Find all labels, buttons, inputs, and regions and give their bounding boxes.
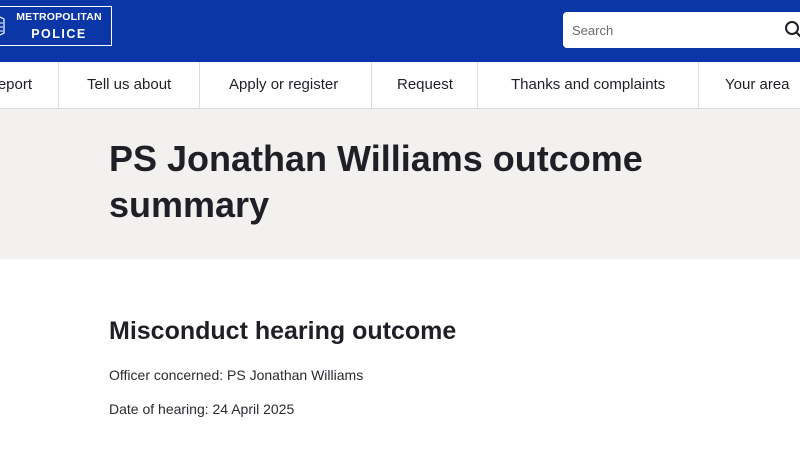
- section-heading: Misconduct hearing outcome: [109, 317, 457, 345]
- title-banner: PS Jonathan Williams outcome summary: [0, 109, 800, 259]
- nav-divider: [58, 62, 59, 108]
- nav-item-report[interactable]: Report: [0, 62, 32, 108]
- nav-item-tell-us-about[interactable]: Tell us about: [87, 62, 171, 108]
- crest-icon: [0, 16, 5, 36]
- logo-line-1: METROPOLITAN: [16, 11, 102, 23]
- nav-item-your-area[interactable]: Your area: [725, 62, 790, 108]
- hearing-date-text: Date of hearing: 24 April 2025: [109, 401, 295, 417]
- nav-item-request[interactable]: Request: [397, 62, 453, 108]
- logo-line-2: POLICE: [31, 26, 87, 41]
- site-header: METROPOLITAN POLICE: [0, 0, 800, 62]
- nav-divider: [698, 62, 699, 108]
- nav-divider: [199, 62, 200, 108]
- nav-divider: [477, 62, 478, 108]
- met-police-logo[interactable]: METROPOLITAN POLICE: [0, 6, 112, 46]
- officer-concerned-text: Officer concerned: PS Jonathan Williams: [109, 367, 364, 383]
- nav-item-apply-or-register[interactable]: Apply or register: [229, 62, 338, 108]
- nav-divider: [371, 62, 372, 108]
- page-title: PS Jonathan Williams outcome summary: [109, 138, 643, 225]
- logo-text: METROPOLITAN POLICE: [11, 11, 107, 40]
- main-navigation: Report Tell us about Apply or register R…: [0, 62, 800, 109]
- search-input[interactable]: [563, 12, 773, 48]
- search-icon[interactable]: [784, 20, 800, 40]
- page: METROPOLITAN POLICE Report Tell us about…: [0, 0, 800, 450]
- search-box: [563, 12, 800, 48]
- nav-item-thanks-and-complaints[interactable]: Thanks and complaints: [511, 62, 665, 108]
